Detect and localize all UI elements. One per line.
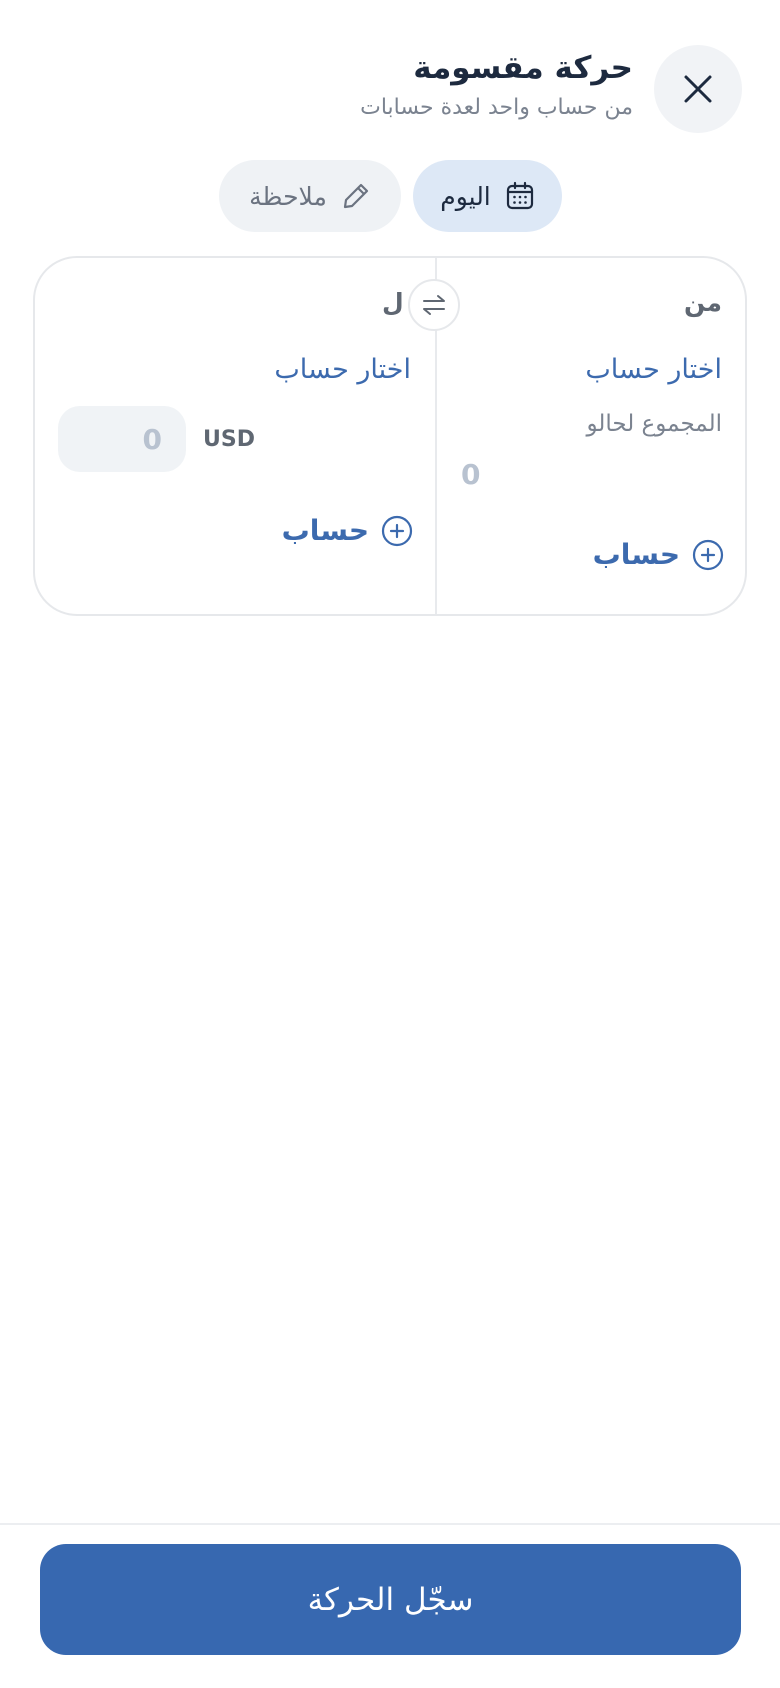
to-currency[interactable]: USD	[203, 427, 255, 452]
from-total-value: 0	[461, 458, 481, 491]
plus-circle-icon	[381, 515, 413, 546]
date-chip-label: اليوم	[440, 181, 491, 211]
submit-button-label: سجّل الحركة	[307, 1581, 474, 1618]
from-select-account[interactable]: اختار حساب	[585, 354, 722, 385]
pencil-icon	[343, 183, 368, 209]
plus-circle-icon	[692, 539, 724, 570]
to-add-account-label: حساب	[281, 514, 369, 547]
to-add-account-button[interactable]: حساب	[282, 514, 413, 547]
to-amount-input[interactable]	[58, 406, 186, 472]
submit-button[interactable]: سجّل الحركة	[40, 1544, 741, 1655]
swap-icon	[423, 295, 445, 315]
close-icon	[684, 75, 712, 103]
close-button[interactable]	[654, 45, 742, 133]
to-label: ل	[382, 288, 404, 317]
from-add-account-label: حساب	[592, 538, 680, 571]
note-chip-label: ملاحظة	[249, 181, 327, 211]
to-select-account[interactable]: اختار حساب	[274, 354, 411, 385]
date-chip[interactable]: اليوم	[413, 160, 562, 232]
note-chip[interactable]: ملاحظة	[219, 160, 401, 232]
from-total-label: المجموع لحالو	[586, 411, 722, 437]
calendar-icon	[506, 181, 533, 210]
from-add-account-button[interactable]: حساب	[593, 538, 724, 571]
page-title: حركة مقسومة	[413, 50, 633, 86]
page-subtitle: من حساب واحد لعدة حسابات	[360, 95, 633, 120]
swap-button[interactable]	[408, 279, 460, 331]
from-label: من	[684, 288, 722, 317]
footer-divider	[0, 1523, 780, 1525]
to-label-container: ل	[380, 285, 410, 321]
